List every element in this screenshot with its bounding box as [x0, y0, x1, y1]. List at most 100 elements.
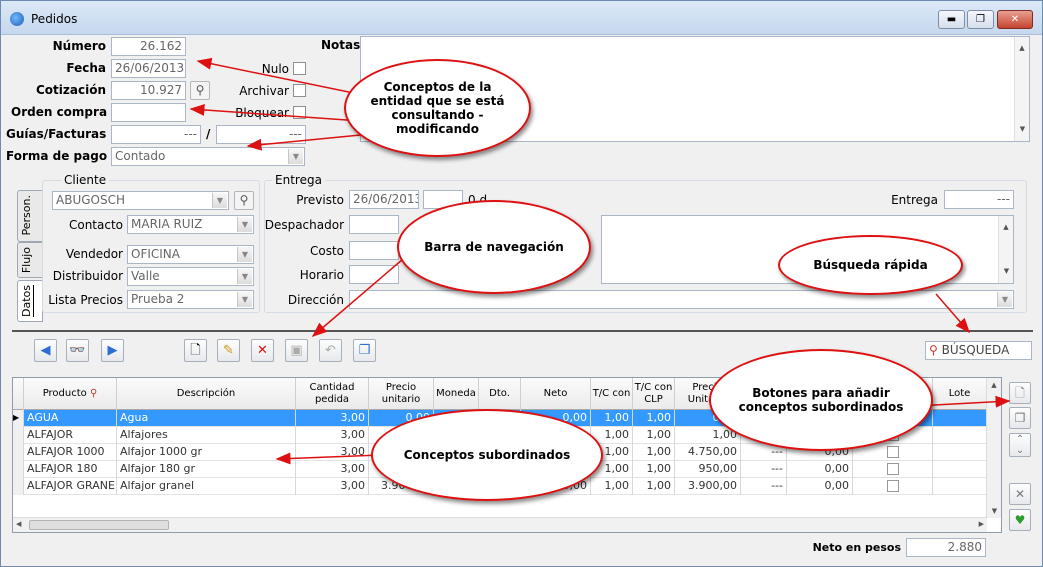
table-cell[interactable]: [933, 478, 987, 495]
new-document-icon[interactable]: 🗋: [184, 339, 207, 362]
tab-person[interactable]: Person.: [17, 190, 43, 242]
guias-field-2[interactable]: ---: [216, 125, 306, 144]
table-cell[interactable]: 0,00: [787, 478, 853, 495]
cliente-search-icon[interactable]: ⚲: [234, 191, 254, 210]
table-cell[interactable]: 3,00: [296, 444, 369, 461]
tab-datos[interactable]: Datos: [17, 280, 43, 322]
lista-precios-select[interactable]: Prueba 2 ▼: [127, 290, 254, 309]
table-cell[interactable]: Alfajor 1000 gr: [117, 444, 296, 461]
table-cell[interactable]: ---: [741, 478, 787, 495]
contacto-select[interactable]: MARIA RUIZ ▼: [127, 215, 254, 234]
quick-search-input[interactable]: ⚲ BÚSQUEDA: [925, 341, 1032, 360]
add-document-icon[interactable]: 🗋: [1009, 382, 1031, 404]
horario-field[interactable]: [349, 265, 399, 284]
grid-header-cell[interactable]: Neto: [521, 378, 591, 410]
notas-scrollbar[interactable]: ▲ ▼: [1014, 37, 1029, 141]
grid-header-cell[interactable]: Lote: [933, 378, 987, 410]
table-cell[interactable]: ALFAJOR: [24, 427, 117, 444]
table-cell[interactable]: 1,00: [633, 461, 675, 478]
table-cell[interactable]: AGUA: [24, 410, 117, 427]
table-cell[interactable]: [933, 444, 987, 461]
entrega-field[interactable]: ---: [944, 190, 1014, 209]
vendedor-select[interactable]: OFICINA ▼: [127, 245, 254, 264]
grid-header-cell[interactable]: Cantidad pedida: [296, 378, 369, 410]
scroll-thumb[interactable]: [29, 520, 169, 530]
entrega-notes-scrollbar[interactable]: ▲ ▼: [998, 216, 1013, 283]
table-cell[interactable]: 3,00: [296, 427, 369, 444]
row-checkbox[interactable]: [887, 463, 899, 475]
move-up-down-icon[interactable]: ⌃ ⌄: [1009, 433, 1031, 457]
table-cell[interactable]: Agua: [117, 410, 296, 427]
table-cell[interactable]: 1,00: [591, 410, 633, 427]
grid-header-cell[interactable]: T/C con: [591, 378, 633, 410]
pencil-edit-icon[interactable]: ✎: [217, 339, 240, 362]
table-cell[interactable]: 1,00: [633, 427, 675, 444]
grid-header-cell[interactable]: T/C con CLP: [633, 378, 675, 410]
grid-header-cell[interactable]: Producto ⚲: [24, 378, 117, 410]
guias-field-1[interactable]: ---: [111, 125, 201, 144]
table-cell[interactable]: 3,00: [296, 478, 369, 495]
table-cell[interactable]: Alfajores: [117, 427, 296, 444]
table-cell[interactable]: 0,00: [787, 461, 853, 478]
table-cell[interactable]: 1,00: [633, 478, 675, 495]
cliente-select[interactable]: ABUGOSCH ▼: [52, 191, 229, 210]
cotizacion-field[interactable]: 10.927: [111, 81, 186, 100]
delete-x-icon[interactable]: ✕: [251, 339, 274, 362]
table-cell[interactable]: Alfajor granel: [117, 478, 296, 495]
orden-compra-field[interactable]: [111, 103, 186, 122]
direccion-select[interactable]: ▼: [349, 290, 1014, 309]
grid-horizontal-scrollbar[interactable]: ◀ ▶: [13, 517, 987, 532]
table-cell[interactable]: [853, 461, 933, 478]
nulo-checkbox[interactable]: [293, 62, 306, 75]
grid-header-cell[interactable]: Descripción: [117, 378, 296, 410]
forma-pago-select[interactable]: Contado ▼: [111, 147, 305, 166]
copy-icon[interactable]: ❐: [353, 339, 376, 362]
table-cell[interactable]: ALFAJOR 1000: [24, 444, 117, 461]
maximize-button[interactable]: ❐: [967, 10, 994, 29]
table-cell[interactable]: 3,00: [296, 461, 369, 478]
grid-header-cell[interactable]: Moneda: [434, 378, 479, 410]
numero-field[interactable]: 26.162: [111, 37, 186, 56]
table-cell[interactable]: ALFAJOR GRANEL: [24, 478, 117, 495]
distribuidor-select[interactable]: Valle ▼: [127, 267, 254, 286]
grid-header-cell[interactable]: Dto.: [479, 378, 521, 410]
table-cell[interactable]: 950,00: [675, 461, 741, 478]
close-button[interactable]: ✕: [997, 10, 1033, 29]
table-cell[interactable]: ALFAJOR 180: [24, 461, 117, 478]
table-cell[interactable]: 1,00: [633, 444, 675, 461]
bloquear-checkbox[interactable]: [293, 106, 306, 119]
fecha-field[interactable]: 26/06/2013 (: [111, 59, 186, 78]
previous-arrow-icon[interactable]: ◀: [34, 339, 57, 362]
table-cell[interactable]: 3,00: [296, 410, 369, 427]
undo-icon[interactable]: ↶: [319, 339, 342, 362]
table-cell[interactable]: [933, 461, 987, 478]
table-cell[interactable]: Alfajor 180 gr: [117, 461, 296, 478]
archivar-checkbox[interactable]: [293, 84, 306, 97]
row-checkbox[interactable]: [887, 446, 899, 458]
table-cell[interactable]: ---: [741, 461, 787, 478]
cotizacion-search-icon[interactable]: ⚲: [190, 81, 210, 100]
save-disk-icon[interactable]: ▣: [285, 339, 308, 362]
previsto-field[interactable]: 26/06/2013: [349, 190, 419, 209]
table-cell[interactable]: 4.750,00: [675, 444, 741, 461]
binoculars-icon[interactable]: 👓: [66, 339, 89, 362]
despachador-field[interactable]: [349, 215, 399, 234]
table-cell[interactable]: 1,00: [633, 410, 675, 427]
table-cell[interactable]: [933, 427, 987, 444]
row-checkbox[interactable]: [887, 480, 899, 492]
remove-x-icon[interactable]: ✕: [1009, 483, 1031, 505]
table-cell[interactable]: [933, 410, 987, 427]
grid-header-cell[interactable]: Precio unitario: [369, 378, 434, 410]
table-cell[interactable]: [853, 478, 933, 495]
duplicate-icon[interactable]: ❐: [1009, 407, 1031, 429]
table-cell[interactable]: 1,00: [591, 478, 633, 495]
next-arrow-icon[interactable]: ▶: [101, 339, 124, 362]
tab-flujo[interactable]: Flujo: [17, 242, 43, 278]
search-icon: ⚲: [929, 343, 942, 357]
minimize-button[interactable]: ▬: [938, 10, 965, 29]
grid-vertical-scrollbar[interactable]: ▲ ▼: [986, 378, 1001, 518]
costo-field[interactable]: [349, 241, 399, 260]
table-cell[interactable]: 3.900,00: [675, 478, 741, 495]
heart-check-icon[interactable]: ♥: [1009, 509, 1031, 531]
search-icon: ⚲: [89, 388, 98, 399]
